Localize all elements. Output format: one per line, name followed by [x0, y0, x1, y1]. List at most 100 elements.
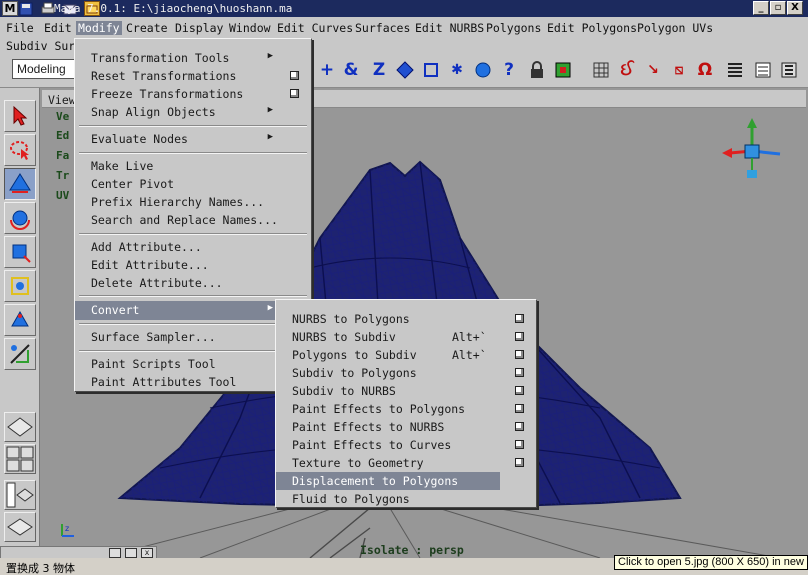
- option-box-icon[interactable]: [290, 89, 299, 98]
- menu-item-nurbs-to-polygons[interactable]: NURBS to Polygons: [276, 310, 536, 328]
- menu-edit-polygons[interactable]: Edit Polygons: [547, 21, 637, 35]
- menu-edit[interactable]: Edit: [44, 21, 72, 35]
- menu-create[interactable]: Create: [126, 21, 168, 35]
- snap-surface-icon[interactable]: Z: [368, 59, 390, 81]
- hotkey-label: Alt+`: [452, 348, 487, 362]
- view-cube-axis-icon[interactable]: [722, 118, 781, 178]
- hud-edges: Ed: [56, 129, 70, 142]
- menu-item-search-replace-names[interactable]: Search and Replace Names...: [75, 211, 311, 229]
- menu-file[interactable]: File: [6, 21, 34, 35]
- maximize-button[interactable]: ▫: [770, 1, 786, 15]
- origin-axis-icon: z: [58, 520, 78, 543]
- mode-selector[interactable]: Modeling: [12, 59, 80, 79]
- snap-view-icon[interactable]: [394, 59, 416, 81]
- menu-item-fluid-to-polygons[interactable]: Fluid to Polygons: [276, 490, 536, 508]
- menu-item-transformation-tools[interactable]: Transformation Tools ▶: [75, 49, 311, 67]
- mini-maximize-icon[interactable]: [125, 548, 137, 558]
- menu-item-nurbs-to-subdiv[interactable]: NURBS to Subdiv Alt+`: [276, 328, 536, 346]
- menu-item-snap-align-objects[interactable]: Snap Align Objects ▶: [75, 103, 311, 121]
- select-mask-icon[interactable]: [552, 59, 574, 81]
- rotate-tool-icon[interactable]: [4, 202, 36, 234]
- menu-item-add-attribute[interactable]: Add Attribute...: [75, 238, 311, 256]
- menu-item-delete-attribute[interactable]: Delete Attribute...: [75, 274, 311, 292]
- help-icon[interactable]: ?: [498, 59, 520, 81]
- menu-item-evaluate-nodes[interactable]: Evaluate Nodes ▶: [75, 130, 311, 148]
- isolate-camera-label: Isolate : persp: [360, 543, 464, 557]
- option-box-icon[interactable]: [515, 458, 524, 467]
- magnet-icon[interactable]: Ω: [694, 59, 716, 81]
- move-tool-icon[interactable]: [4, 168, 36, 200]
- show-manipulator-icon[interactable]: [4, 338, 36, 370]
- hud-uvs: UV: [56, 189, 70, 202]
- mini-close-icon[interactable]: x: [141, 548, 153, 558]
- plus-icon[interactable]: +: [316, 59, 338, 81]
- render-sphere-icon[interactable]: [472, 59, 494, 81]
- menu-modify[interactable]: Modify: [76, 21, 122, 35]
- submenu-arrow-icon: ▶: [267, 105, 273, 115]
- four-pane-layout-icon[interactable]: [4, 444, 36, 474]
- menu-separator: [79, 233, 307, 235]
- mini-minimize-icon[interactable]: [109, 548, 121, 558]
- menu-separator: [79, 295, 307, 297]
- menu-polygon-uvs[interactable]: Polygon UVs: [637, 21, 713, 35]
- menu-separator: [79, 350, 307, 352]
- submenu-arrow-icon: ▶: [267, 303, 273, 313]
- menu-item-paint-effects-to-polygons[interactable]: Paint Effects to Polygons: [276, 400, 536, 418]
- menu-item-freeze-transformations[interactable]: Freeze Transformations: [75, 85, 311, 103]
- viewport-view-menu[interactable]: View: [48, 93, 76, 107]
- edge-tool-icon[interactable]: ⧅: [668, 59, 690, 81]
- menu-polygons[interactable]: Polygons: [486, 21, 541, 35]
- soft-modification-icon[interactable]: [4, 304, 36, 336]
- option-box-icon[interactable]: [515, 368, 524, 377]
- menu-edit-curves[interactable]: Edit Curves: [277, 21, 353, 35]
- scale-tool-icon[interactable]: [4, 236, 36, 268]
- option-box-icon[interactable]: [515, 422, 524, 431]
- menu-item-displacement-to-polygons[interactable]: Displacement to Polygons: [276, 472, 500, 490]
- menu-item-paint-effects-to-nurbs[interactable]: Paint Effects to NURBS: [276, 418, 536, 436]
- option-box-icon[interactable]: [515, 350, 524, 359]
- menu-item-paint-effects-to-curves[interactable]: Paint Effects to Curves: [276, 436, 536, 454]
- lock-icon[interactable]: [526, 59, 548, 81]
- snap-curve-icon[interactable]: &: [340, 59, 362, 81]
- grid-select-icon[interactable]: [590, 59, 612, 81]
- universal-manipulator-icon[interactable]: [4, 270, 36, 302]
- menu-subdiv-surfaces[interactable]: Subdiv Surf: [6, 39, 82, 53]
- snap-grid-icon[interactable]: [420, 59, 442, 81]
- select-tool-icon[interactable]: [4, 100, 36, 132]
- menu-item-subdiv-to-nurbs[interactable]: Subdiv to NURBS: [276, 382, 536, 400]
- lasso-tool-icon[interactable]: [4, 134, 36, 166]
- minimize-button[interactable]: _: [753, 1, 769, 15]
- menu-display[interactable]: Display: [175, 21, 223, 35]
- menu-window[interactable]: Window: [229, 21, 271, 35]
- point-tool-icon[interactable]: ↘: [642, 59, 664, 81]
- menu-item-subdiv-to-polygons[interactable]: Subdiv to Polygons: [276, 364, 536, 382]
- channel-box-icon[interactable]: [752, 59, 774, 81]
- option-box-icon[interactable]: [515, 404, 524, 413]
- snap-point-icon[interactable]: ✱: [446, 59, 468, 81]
- menu-item-reset-transformations[interactable]: Reset Transformations: [75, 67, 311, 85]
- main-menu-bar: File Edit Modify Create Display Window E…: [0, 17, 808, 38]
- menu-item-texture-to-geometry[interactable]: Texture to Geometry: [276, 454, 536, 472]
- attribute-editor-icon[interactable]: [724, 59, 746, 81]
- single-pane-layout-icon[interactable]: [4, 412, 36, 442]
- outliner-icon[interactable]: [778, 59, 800, 81]
- close-button[interactable]: X: [787, 1, 803, 15]
- menu-surfaces[interactable]: Surfaces: [355, 21, 410, 35]
- persp-layout-icon[interactable]: [4, 512, 36, 542]
- menu-separator: [79, 152, 307, 154]
- menu-edit-nurbs[interactable]: Edit NURBS: [415, 21, 484, 35]
- option-box-icon[interactable]: [290, 71, 299, 80]
- curve-tool-icon[interactable]: ઈ: [616, 59, 638, 81]
- menu-item-prefix-hierarchy-names[interactable]: Prefix Hierarchy Names...: [75, 193, 311, 211]
- option-box-icon[interactable]: [515, 314, 524, 323]
- save-icon[interactable]: [18, 1, 34, 16]
- menu-item-center-pivot[interactable]: Center Pivot: [75, 175, 311, 193]
- menu-item-make-live[interactable]: Make Live: [75, 157, 311, 175]
- status-caption: 置换成 3 物体: [6, 562, 75, 575]
- option-box-icon[interactable]: [515, 386, 524, 395]
- menu-item-edit-attribute[interactable]: Edit Attribute...: [75, 256, 311, 274]
- menu-item-polygons-to-subdiv[interactable]: Polygons to Subdiv Alt+`: [276, 346, 536, 364]
- option-box-icon[interactable]: [515, 332, 524, 341]
- outliner-layout-icon[interactable]: [4, 480, 36, 510]
- option-box-icon[interactable]: [515, 440, 524, 449]
